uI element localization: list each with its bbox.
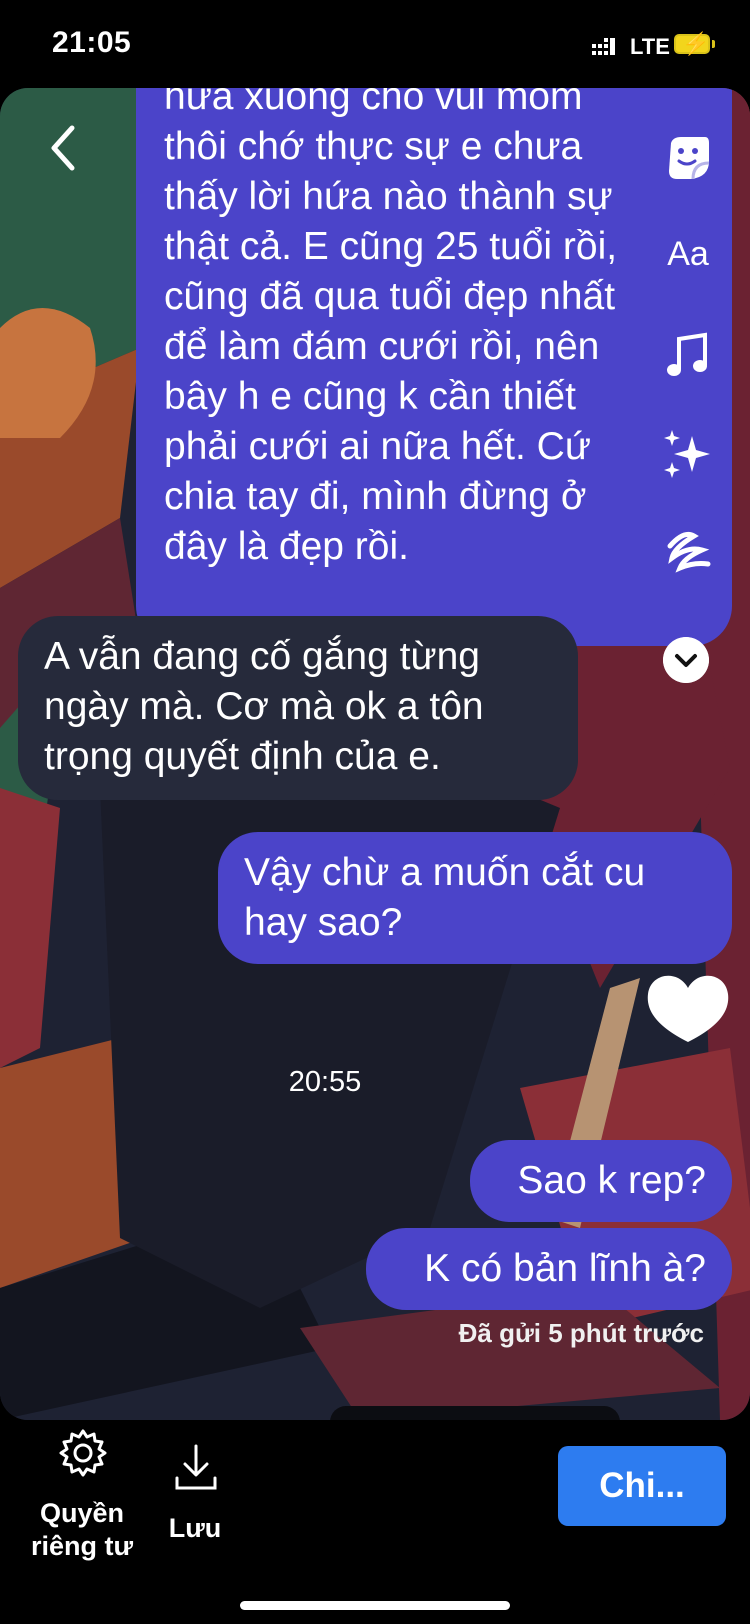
message-line: Sao k rep? <box>517 1159 706 1202</box>
story-canvas: hứa xuông cho vui mồm thôi chớ thực sự e… <box>0 88 750 1420</box>
home-indicator <box>240 1601 510 1610</box>
signal-icon <box>592 38 615 55</box>
message-line: hay sao? <box>244 901 403 944</box>
network-label: LTE <box>630 34 670 59</box>
text-tool-label: Aa <box>667 234 709 273</box>
message-line: trọng quyết định của e. <box>44 735 441 778</box>
music-tool[interactable] <box>660 328 716 384</box>
music-note-icon <box>667 332 707 376</box>
message-line: chia tay đi, mình đừng ở <box>164 475 587 518</box>
effects-tool[interactable] <box>660 426 716 482</box>
message-line: bây h e cũng k cần thiết <box>164 375 576 418</box>
seen-status: Đã gửi 5 phút trước <box>458 1318 704 1348</box>
message-line: A vẫn đang cố gắng từng <box>44 635 480 678</box>
draw-tool[interactable] <box>660 522 716 578</box>
privacy-label-line2: riêng tư <box>30 1531 134 1561</box>
timestamp: 20:55 <box>288 1066 362 1098</box>
message-bubble-incoming[interactable]: A vẫn đang cố gắng từng ngày mà. Cơ mà o… <box>18 616 578 800</box>
save-button-label[interactable]: Lưu <box>160 1513 230 1544</box>
sticker-icon <box>669 137 710 180</box>
message-line: đây là đẹp rồi. <box>164 525 409 568</box>
status-bar: 21:05 LTE ⚡ <box>0 0 750 90</box>
privacy-label-line1: Quyền <box>39 1498 125 1528</box>
message-line: ngày mà. Cơ mà ok a tôn <box>44 685 484 728</box>
download-icon[interactable] <box>173 1444 219 1492</box>
message-line: thật cả. E cũng 25 tuổi rồi, <box>164 225 618 268</box>
message-line: hứa xuông cho vui mồm <box>164 88 583 118</box>
share-button[interactable]: Chi... <box>558 1446 726 1526</box>
chevron-down-icon[interactable] <box>663 637 709 683</box>
message-line: Vậy chừ a muốn cắt cu <box>244 851 646 894</box>
message-line: K có bản lĩnh à? <box>424 1247 706 1290</box>
back-chevron-icon[interactable] <box>44 120 84 176</box>
message-line: phải cưới ai nữa hết. Cứ <box>164 425 591 468</box>
squiggle-icon <box>667 531 711 573</box>
battery-nub <box>712 40 715 48</box>
sparkles-icon <box>664 430 710 478</box>
message-line: để làm đám cưới rồi, nên <box>164 325 600 368</box>
status-time: 21:05 <box>52 26 132 59</box>
message-line: cũng đã qua tuổi đẹp nhất <box>164 275 616 318</box>
message-bubble-outgoing[interactable]: K có bản lĩnh à? <box>366 1228 732 1310</box>
message-line: thôi chớ thực sự e chưa <box>164 125 583 168</box>
gear-icon[interactable] <box>58 1428 108 1478</box>
text-tool[interactable]: Aa <box>660 226 716 282</box>
sticker-tool[interactable] <box>660 130 716 186</box>
message-bubble-outgoing[interactable]: Vậy chừ a muốn cắt cu hay sao? <box>218 832 732 964</box>
heart-reaction-icon <box>647 975 729 1042</box>
privacy-button[interactable]: Quyền riêng tư <box>14 1497 150 1563</box>
message-bubble-outgoing[interactable]: Sao k rep? <box>470 1140 732 1222</box>
message-line: thấy lời hứa nào thành sự <box>164 175 613 218</box>
message-bubble-outgoing[interactable]: hứa xuông cho vui mồm thôi chớ thực sự e… <box>136 88 732 646</box>
charging-bolt-icon: ⚡ <box>682 31 710 56</box>
